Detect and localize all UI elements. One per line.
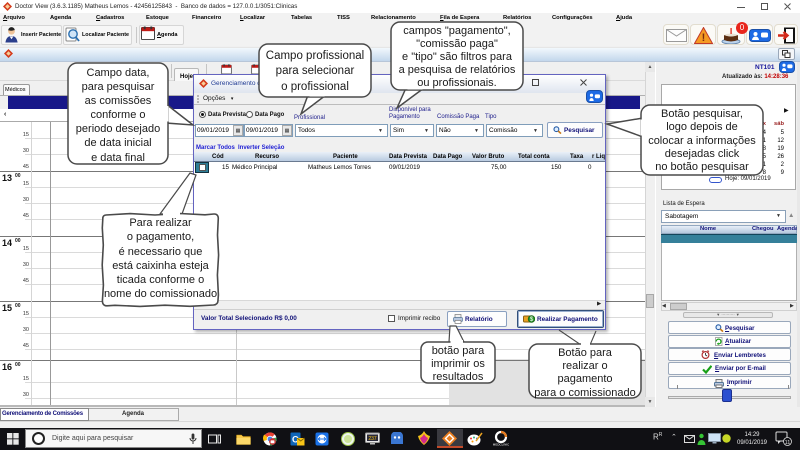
svg-text:MEDCLINIC: MEDCLINIC (493, 443, 509, 447)
svg-text:237: 237 (368, 436, 377, 442)
svg-text:11: 11 (785, 440, 791, 446)
